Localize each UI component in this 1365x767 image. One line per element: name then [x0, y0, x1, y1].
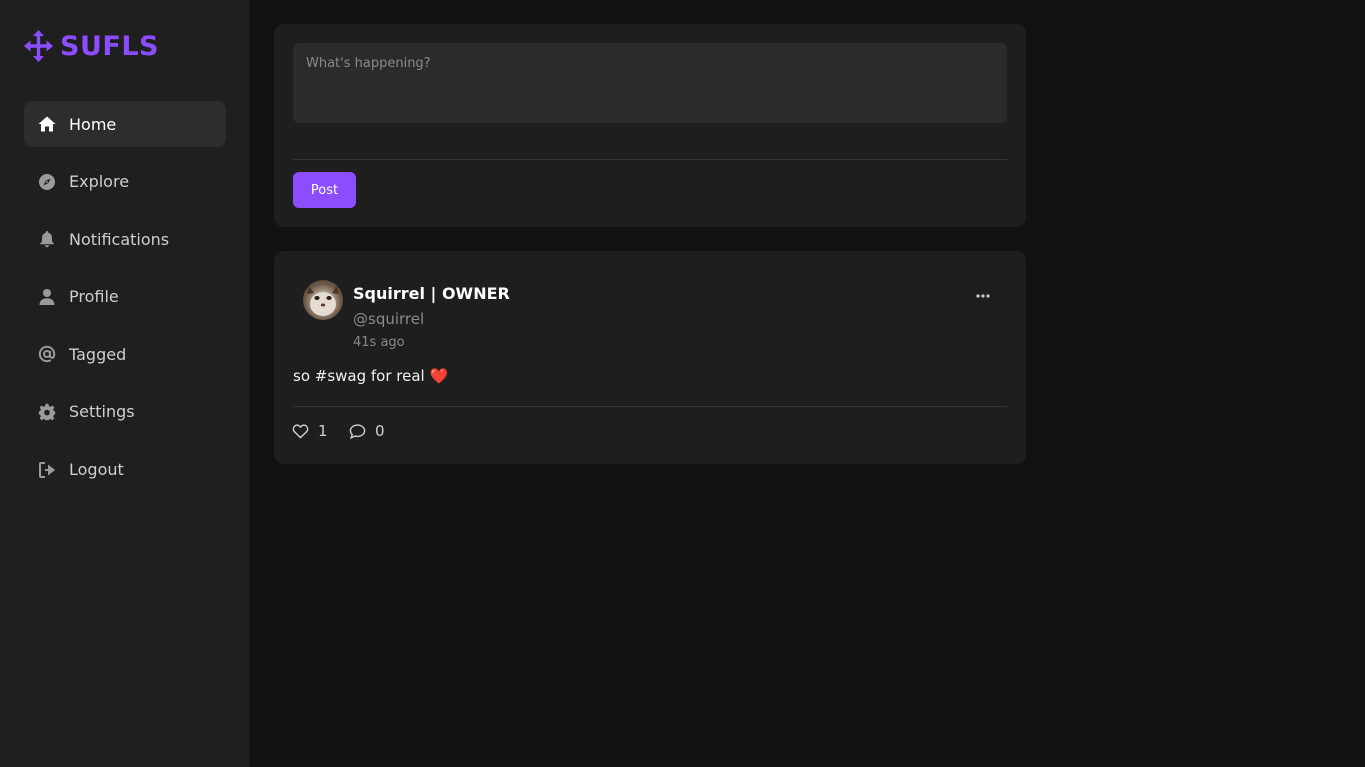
nav-item-tagged[interactable]: Tagged: [24, 331, 226, 377]
nav-label-settings: Settings: [69, 402, 135, 422]
nav-item-profile[interactable]: Profile: [24, 274, 226, 320]
post-composer: Post: [274, 24, 1026, 227]
post-text: so #swag for real ❤️: [293, 367, 448, 385]
nav-item-settings[interactable]: Settings: [24, 389, 226, 435]
home-icon: [37, 115, 56, 134]
post-card: Squirrel | OWNER @squirrel 41s ago so #s…: [274, 251, 1026, 464]
ellipsis-icon: [976, 294, 990, 298]
logout-icon: [37, 460, 56, 479]
nav-label-tagged: Tagged: [69, 344, 127, 364]
post-text-content: so #swag for real: [293, 367, 425, 385]
nav-label-explore: Explore: [69, 172, 130, 192]
bell-icon: [37, 230, 56, 249]
heart-icon: [292, 423, 309, 440]
nav-label-home: Home: [69, 114, 117, 134]
nav-label-profile: Profile: [69, 287, 119, 307]
avatar[interactable]: [303, 280, 343, 320]
post-timestamp: 41s ago: [353, 335, 405, 350]
like-button[interactable]: 1: [292, 422, 328, 440]
compose-input[interactable]: [293, 43, 1007, 123]
nav-item-notifications[interactable]: Notifications: [24, 216, 226, 262]
brand-logo[interactable]: SUFLS: [24, 30, 159, 62]
nav-item-explore[interactable]: Explore: [24, 159, 226, 205]
more-options-button[interactable]: [971, 286, 995, 306]
gear-icon: [37, 402, 56, 421]
post-handle[interactable]: @squirrel: [353, 310, 424, 328]
nav-label-logout: Logout: [69, 460, 124, 480]
arrows-move-icon: [24, 30, 53, 62]
compass-icon: [37, 172, 56, 191]
user-icon: [37, 287, 56, 306]
nav-item-home[interactable]: Home: [24, 101, 226, 147]
like-count: 1: [318, 422, 328, 440]
main-nav: Home Explore Notifications Profile Tagge…: [24, 101, 226, 504]
comment-icon: [349, 423, 366, 440]
composer-divider: [293, 159, 1007, 160]
post-button[interactable]: Post: [293, 172, 356, 208]
comment-count: 0: [375, 422, 385, 440]
post-author[interactable]: Squirrel | OWNER: [353, 284, 510, 303]
at-icon: [37, 345, 56, 364]
nav-label-notifications: Notifications: [69, 229, 170, 249]
sidebar: SUFLS Home Explore Notifications Profile: [0, 0, 250, 767]
post-divider: [293, 406, 1007, 407]
heart-emoji: ❤️: [429, 367, 449, 385]
brand-name: SUFLS: [60, 30, 159, 62]
nav-item-logout[interactable]: Logout: [24, 447, 226, 493]
comment-button[interactable]: 0: [349, 422, 385, 440]
